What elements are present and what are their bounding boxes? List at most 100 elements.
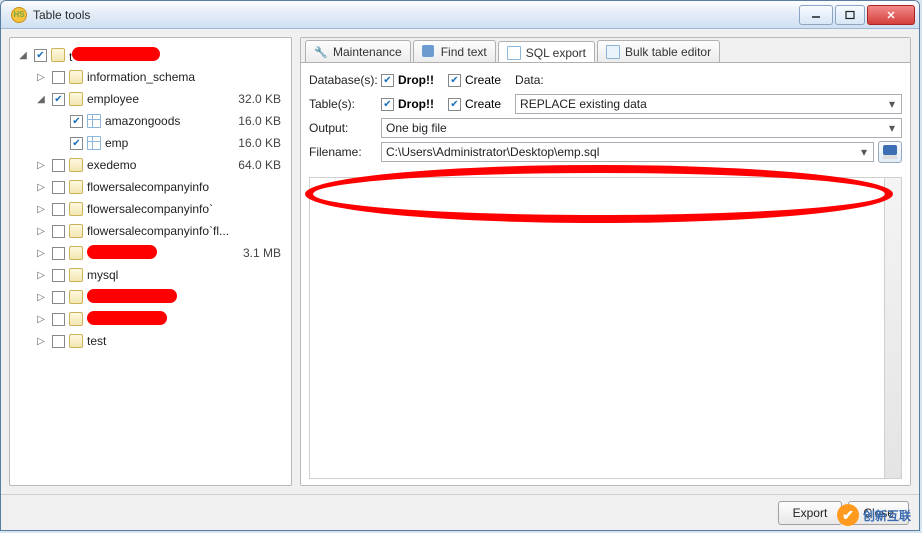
- app-icon: HS: [11, 7, 27, 23]
- node-size: 16.0 KB: [238, 136, 285, 150]
- tree-node[interactable]: ▷3.1 MB: [16, 242, 285, 264]
- output-select[interactable]: One big file: [381, 118, 902, 138]
- checkbox-icon: [448, 98, 461, 111]
- row-tables: Table(s): Drop!! Create REPLACE existing…: [309, 93, 902, 115]
- label-output: Output:: [309, 121, 381, 135]
- expander-icon[interactable]: ▷: [34, 314, 48, 325]
- tree-node[interactable]: ▷information_schema: [16, 66, 285, 88]
- node-checkbox[interactable]: [52, 269, 65, 282]
- database-icon: [69, 246, 83, 260]
- export-button[interactable]: Export: [778, 501, 843, 525]
- row-databases: Database(s): Drop!! Create Data:: [309, 69, 902, 91]
- node-checkbox[interactable]: [52, 335, 65, 348]
- tree-node[interactable]: ▷mysql: [16, 264, 285, 286]
- db-create-checkbox[interactable]: Create: [448, 73, 501, 87]
- tree-node[interactable]: ▷ flowersalecompanyinfo`: [16, 198, 285, 220]
- node-checkbox[interactable]: [52, 71, 65, 84]
- tab-label: SQL export: [526, 46, 586, 60]
- expander-icon[interactable]: ▷: [34, 336, 48, 347]
- node-checkbox[interactable]: [52, 203, 65, 216]
- data-mode-value: REPLACE existing data: [520, 97, 647, 111]
- expander-icon[interactable]: ▷: [34, 182, 48, 193]
- tab-bulk-table-editor[interactable]: Bulk table editor: [597, 40, 720, 62]
- node-checkbox[interactable]: [52, 247, 65, 260]
- tree-node[interactable]: emp16.0 KB: [16, 132, 285, 154]
- node-checkbox[interactable]: [70, 115, 83, 128]
- database-icon: [69, 70, 83, 84]
- tree-node[interactable]: amazongoods16.0 KB: [16, 110, 285, 132]
- tab-sql-export[interactable]: SQL export: [498, 41, 595, 63]
- table-icon: [87, 114, 101, 128]
- tab-bar: Maintenance Find text SQL export Bulk table…: [301, 38, 910, 62]
- database-icon: [69, 202, 83, 216]
- tab-label: Bulk table editor: [625, 45, 711, 59]
- node-checkbox[interactable]: [52, 225, 65, 238]
- tree-node[interactable]: ▷flowersalecompanyinfo`fl...: [16, 220, 285, 242]
- tbl-drop-checkbox[interactable]: Drop!!: [381, 97, 434, 111]
- tree-node[interactable]: ▷exedemo64.0 KB: [16, 154, 285, 176]
- node-label: emp: [105, 136, 238, 150]
- node-checkbox[interactable]: [52, 93, 65, 106]
- expander-icon[interactable]: ▷: [34, 72, 48, 83]
- node-size: 64.0 KB: [238, 158, 285, 172]
- node-label: [87, 245, 243, 262]
- node-size: 32.0 KB: [238, 92, 285, 106]
- redacted-text: [87, 289, 177, 303]
- redacted-text: [72, 47, 160, 61]
- label-databases: Database(s):: [309, 73, 381, 87]
- minimize-icon: [810, 10, 822, 20]
- filename-input[interactable]: C:\Users\Administrator\Desktop\emp.sql: [381, 142, 874, 162]
- data-mode-select[interactable]: REPLACE existing data: [515, 94, 902, 114]
- expander-icon[interactable]: ◢: [16, 50, 30, 61]
- redacted-text: [87, 245, 157, 259]
- app-window: HS Table tools ◢t▷information_schema ◢ emp…: [0, 0, 920, 531]
- node-label: amazongoods: [105, 114, 238, 128]
- tab-maintenance[interactable]: Maintenance: [305, 40, 411, 62]
- expander-icon[interactable]: ▷: [34, 248, 48, 259]
- db-drop-label: Drop!!: [398, 73, 434, 87]
- minimize-button[interactable]: [799, 5, 833, 25]
- node-label: employee: [87, 92, 238, 106]
- tree-node[interactable]: ▷: [16, 286, 285, 308]
- content-area: ◢t▷information_schema◢employee32.0 KBama…: [1, 29, 919, 494]
- tree-node[interactable]: ◢t: [16, 44, 285, 66]
- tree-node[interactable]: ▷: [16, 308, 285, 330]
- node-checkbox[interactable]: [52, 159, 65, 172]
- label-data: Data:: [515, 73, 555, 87]
- node-checkbox[interactable]: [52, 181, 65, 194]
- footer: Export Close ✔ 创新互联: [1, 494, 919, 530]
- save-file-button[interactable]: [878, 141, 902, 163]
- node-label: flowersalecompanyinfo`: [87, 202, 281, 216]
- redacted-text: [87, 311, 167, 325]
- tree-node[interactable]: ▷ test: [16, 330, 285, 352]
- tree-node[interactable]: ◢ employee32.0 KB: [16, 88, 285, 110]
- node-checkbox[interactable]: [34, 49, 47, 62]
- label-filename: Filename:: [309, 145, 381, 159]
- db-tree-panel[interactable]: ◢t▷information_schema◢employee32.0 KBama…: [9, 37, 292, 486]
- tree-node[interactable]: ▷flowersalecompanyinfo: [16, 176, 285, 198]
- tab-label: Find text: [441, 45, 487, 59]
- checkbox-icon: [381, 74, 394, 87]
- expander-icon[interactable]: ▷: [34, 160, 48, 171]
- db-drop-checkbox[interactable]: Drop!!: [381, 73, 434, 87]
- expander-icon[interactable]: ▷: [34, 292, 48, 303]
- expander-icon[interactable]: ▷: [34, 226, 48, 237]
- tbl-create-checkbox[interactable]: Create: [448, 97, 501, 111]
- tab-find-text[interactable]: Find text: [413, 40, 496, 62]
- expander-icon[interactable]: ◢: [34, 94, 48, 105]
- node-checkbox[interactable]: [52, 313, 65, 326]
- scrollbar-thumb[interactable]: [886, 180, 900, 200]
- expander-icon[interactable]: ▷: [34, 204, 48, 215]
- sql-preview-box[interactable]: [309, 177, 902, 479]
- database-icon: [69, 224, 83, 238]
- node-checkbox[interactable]: [70, 137, 83, 150]
- title-bar: HS Table tools: [1, 1, 919, 29]
- expander-icon[interactable]: ▷: [34, 270, 48, 281]
- database-icon: [69, 180, 83, 194]
- close-dialog-button[interactable]: Close: [848, 501, 909, 525]
- close-button[interactable]: [867, 5, 915, 25]
- node-checkbox[interactable]: [52, 291, 65, 304]
- node-label: test: [87, 334, 281, 348]
- window-buttons: [797, 5, 915, 25]
- maximize-button[interactable]: [835, 5, 865, 25]
